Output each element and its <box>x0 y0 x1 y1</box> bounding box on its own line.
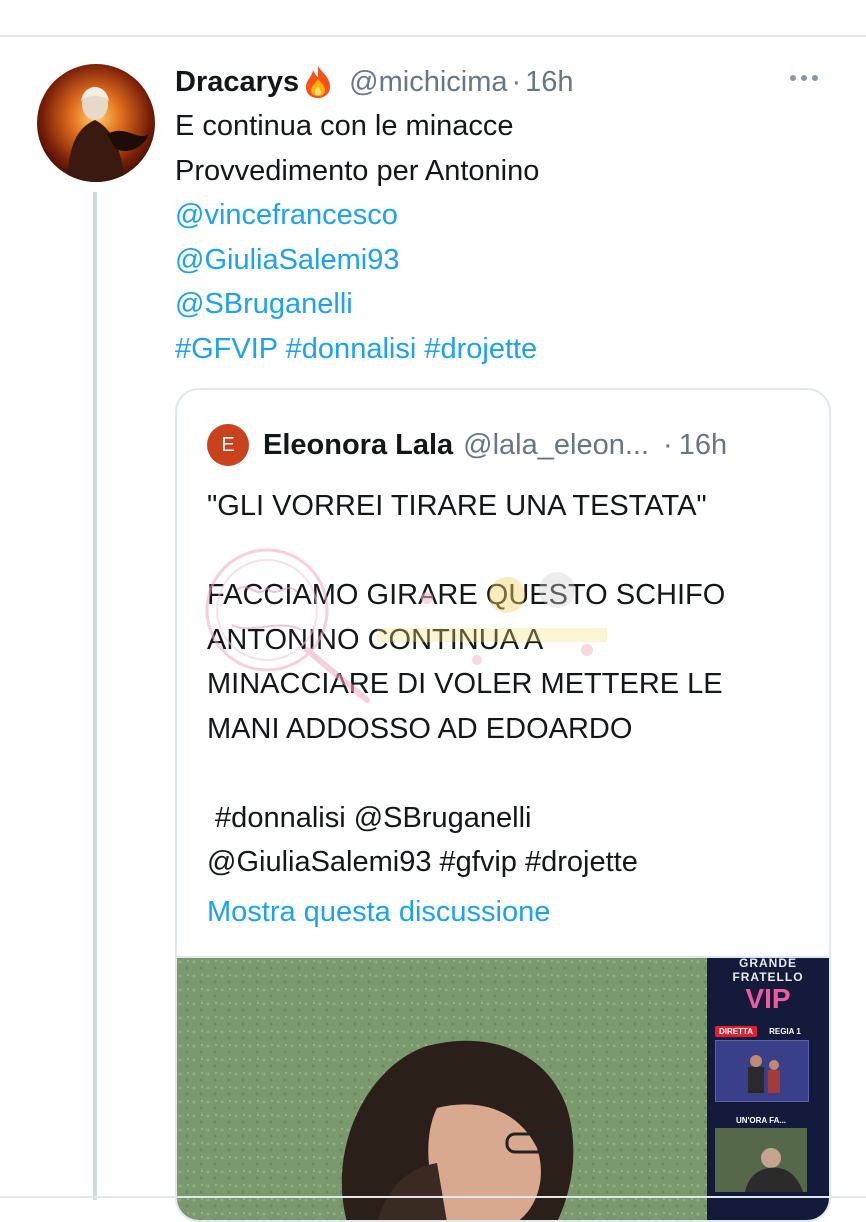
logo-line-1: GRANDE <box>738 956 797 970</box>
live-thumbnail <box>715 1040 809 1102</box>
quoted-handle[interactable]: @lala_eleon... <box>463 429 649 462</box>
hashtag-links[interactable]: #GFVIP #donnalisi #drojette <box>175 327 815 372</box>
quoted-line: "GLI VORREI TIRARE UNA TESTATA" <box>207 490 707 522</box>
tweet-line: Provvedimento per Antonino <box>175 154 540 187</box>
mention-link[interactable]: @GiuliaSalemi93 <box>175 238 815 283</box>
header-separator: · <box>511 65 522 98</box>
tweet-header: Dracarys @michicima · 16h <box>175 60 574 104</box>
divider <box>0 1196 866 1198</box>
quoted-line: #donnalisi @SBruganelli <box>207 801 532 834</box>
un-ora-fa-label: UN'ORA FA... <box>735 1116 787 1125</box>
fire-icon <box>303 65 333 99</box>
thread-line <box>93 192 97 1200</box>
quoted-header: Eleonora Lala @lala_eleon... · 16h <box>263 422 727 468</box>
media-logo: GRANDE FRATELLO VIP <box>707 958 829 1014</box>
quoted-line <box>207 751 807 796</box>
tweet-text: E continua con le minacce Provvedimento … <box>175 104 815 371</box>
quoted-tweet-card[interactable]: E Eleonora Lala @lala_eleon... · 16h "GL… <box>175 388 831 1222</box>
quoted-avatar[interactable]: E <box>207 424 249 466</box>
watermark-logo <box>177 540 617 740</box>
tweet-line: E continua con le minacce <box>175 110 514 142</box>
quoted-media[interactable]: GRANDE FRATELLO VIP DIRETTA REGIA 1 UN'O… <box>177 956 829 1220</box>
live-badge-label: DIRETTA <box>715 1026 758 1037</box>
past-thumbnail <box>715 1128 807 1192</box>
author-display-name[interactable]: Dracarys <box>175 66 299 99</box>
quoted-timestamp[interactable]: 16h <box>679 429 727 462</box>
quoted-display-name[interactable]: Eleonora Lala <box>263 429 453 462</box>
quoted-separator: · <box>663 428 673 461</box>
logo-line-2: FRATELLO <box>732 970 804 984</box>
mention-link[interactable]: @vincefrancesco <box>175 193 815 238</box>
back-arrow-icon[interactable] <box>30 0 52 8</box>
quoted-line: @GiuliaSalemi93 #gfvip #drojette <box>207 846 638 878</box>
more-options-icon[interactable] <box>790 68 826 88</box>
author-handle[interactable]: @michicima <box>349 66 507 99</box>
show-thread-link[interactable]: Mostra questa discussione <box>207 896 550 929</box>
mention-link[interactable]: @SBruganelli <box>175 282 815 327</box>
tweet-timestamp[interactable]: 16h <box>525 66 573 99</box>
regia-label: REGIA 1 <box>769 1027 801 1036</box>
live-badge: DIRETTA REGIA 1 <box>715 1026 801 1037</box>
top-bar <box>0 0 866 36</box>
divider <box>0 35 866 37</box>
avatar[interactable] <box>37 64 155 182</box>
logo-line-3: VIP <box>745 983 791 1014</box>
